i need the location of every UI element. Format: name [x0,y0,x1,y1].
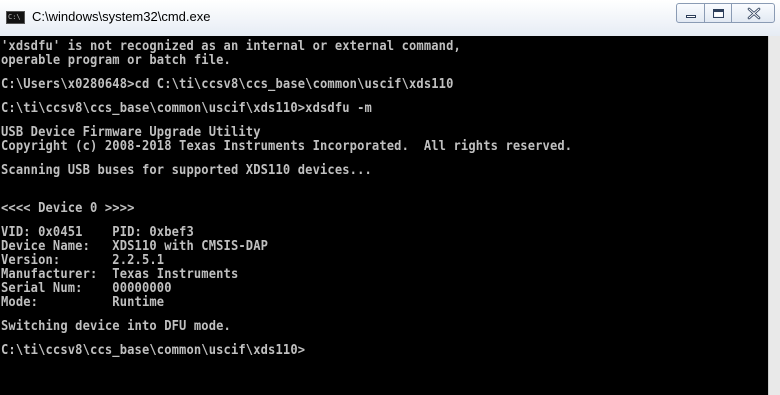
maximize-button[interactable] [704,3,732,23]
console-line: Copyright (c) 2008-2018 Texas Instrument… [1,139,573,154]
minimize-icon [686,15,696,18]
window-title: C:\windows\system32\cmd.exe [32,9,211,24]
console-line: Version: 2.2.5.1 [1,253,165,268]
console-lines: 'xdsdfu' is not recognized as an interna… [1,40,615,358]
console-prompt[interactable]: C:\ti\ccsv8\ccs_base\common\uscif\xds110… [1,344,572,358]
console-line: Manufacturer: Texas Instruments [1,267,239,282]
console-line: Switching device into DFU mode. [1,319,231,334]
vertical-scrollbar[interactable] [768,36,780,395]
close-button[interactable] [731,3,775,23]
console-line: Serial Num: 00000000 [1,281,172,296]
console-line: <<<< Device 0 >>>> [1,201,135,216]
close-icon [747,7,761,20]
title-bar[interactable]: C:\ C:\windows\system32\cmd.exe [0,0,780,36]
console-output[interactable]: 'xdsdfu' is not recognized as an interna… [0,36,768,395]
maximize-icon [713,9,724,18]
console-line: Mode: Runtime [1,295,165,310]
console-line: Scanning USB buses for supported XDS110 … [1,163,372,178]
console-line: USB Device Firmware Upgrade Utility [1,125,261,140]
console-line: operable program or batch file. [1,53,231,68]
cmd-window: C:\ C:\windows\system32\cmd.exe 'xdsdfu'… [0,0,780,395]
console-line: Device Name: XDS110 with CMSIS-DAP [1,239,269,254]
cmd-icon[interactable]: C:\ [6,11,25,24]
console-line: C:\Users\x0280648>cd C:\ti\ccsv8\ccs_bas… [1,77,454,92]
console-line: C:\ti\ccsv8\ccs_base\common\uscif\xds110… [1,101,372,116]
console-line: 'xdsdfu' is not recognized as an interna… [1,39,461,54]
minimize-button[interactable] [676,3,705,23]
console-line: VID: 0x0451 PID: 0xbef3 [1,225,194,240]
